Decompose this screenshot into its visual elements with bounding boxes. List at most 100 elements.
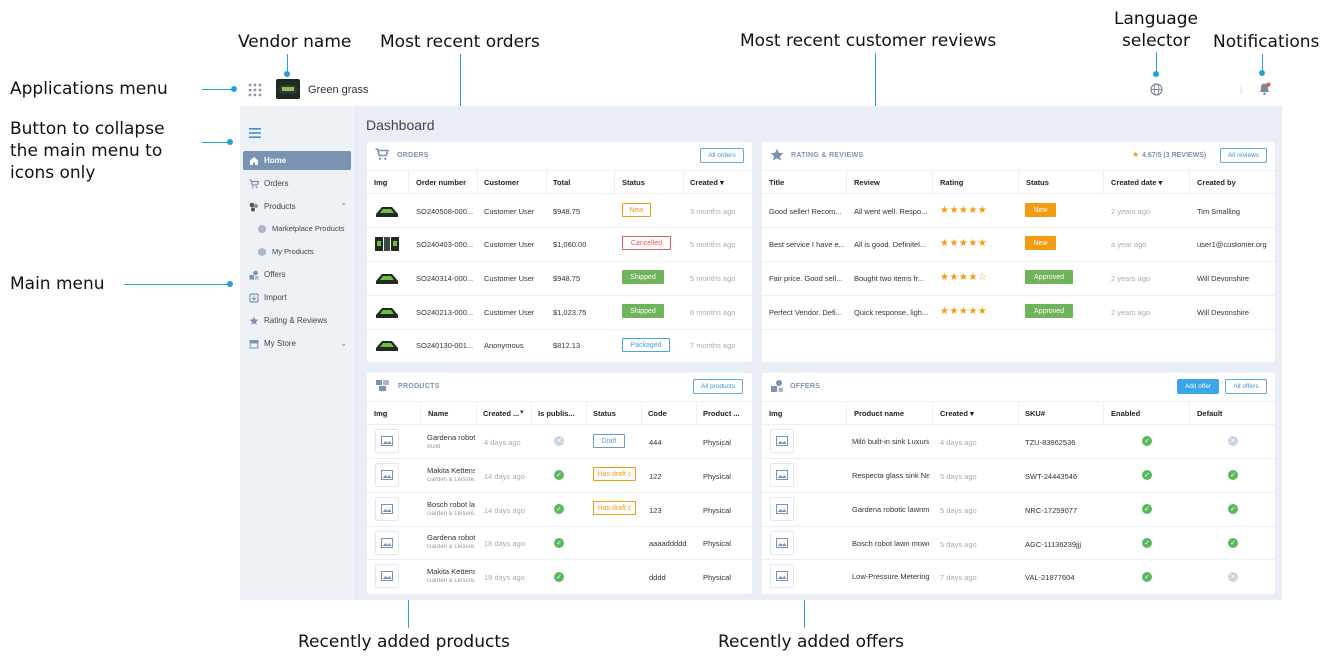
divider	[367, 193, 752, 194]
products-col-type[interactable]: Product ...	[703, 409, 740, 418]
products-col-code[interactable]: Code	[648, 409, 667, 418]
annotation-line	[202, 89, 232, 90]
offers-col-created[interactable]: Created ▾	[940, 409, 974, 418]
offers-col-enabled[interactable]: Enabled	[1111, 409, 1140, 418]
divider	[762, 559, 1275, 560]
globe-icon[interactable]	[1150, 83, 1163, 96]
products-title: PRODUCTS	[398, 383, 440, 390]
offer-product-name[interactable]: Miló built-in sink Luxuria	[852, 437, 929, 446]
reviews-title: RATING & REVIEWS	[791, 152, 864, 159]
status-badge: Shipped	[622, 270, 664, 284]
rating-stars: ★★★★★	[940, 238, 988, 249]
review-title[interactable]: Good seller! Recom...	[769, 207, 849, 216]
annotation-main-menu: Main menu	[10, 274, 105, 294]
review-title[interactable]: Best service I have e...	[769, 240, 849, 249]
divider	[367, 424, 752, 425]
vendor-name[interactable]: Green grass	[308, 84, 369, 96]
offers-col-sku[interactable]: SKU#	[1025, 409, 1045, 418]
image-placeholder-icon	[375, 564, 399, 588]
sidebar-item-rating-reviews[interactable]: Rating & Reviews	[243, 311, 351, 330]
reviews-col-created-by[interactable]: Created by	[1197, 178, 1236, 187]
menu-collapse-icon[interactable]	[249, 125, 261, 138]
product-created: 19 days ago	[484, 573, 525, 582]
orders-col-status[interactable]: Status	[622, 178, 645, 187]
divider	[408, 170, 409, 193]
sidebar-item-home[interactable]: Home	[243, 151, 351, 170]
products-panel	[367, 373, 752, 594]
reviews-col-title[interactable]: Title	[769, 178, 784, 187]
status-badge: New	[622, 203, 651, 217]
check-circle-icon: ✓	[1142, 504, 1152, 514]
sidebar-item-my-store[interactable]: My Store ⌄	[243, 334, 351, 353]
products-col-created[interactable]: Created ...	[483, 409, 519, 418]
reviews-col-rating[interactable]: Rating	[940, 178, 963, 187]
divider	[762, 261, 1275, 262]
products-col-published[interactable]: Is publis...	[538, 409, 575, 418]
orders-col-total[interactable]: Total	[553, 178, 570, 187]
orders-col-created[interactable]: Created ▾	[690, 178, 724, 187]
divider	[1018, 401, 1019, 424]
offer-product-name[interactable]: Gardena robotic lawnmc	[852, 505, 929, 514]
orders-col-img: Img	[374, 178, 388, 187]
status-badge: Has draft c	[593, 501, 636, 515]
sidebar-item-products[interactable]: Products ⌃	[243, 197, 351, 216]
add-offer-button[interactable]: Add offer	[1177, 379, 1219, 394]
product-name[interactable]: Gardena roboti	[427, 433, 475, 442]
sidebar-item-my-products[interactable]: My Products	[243, 242, 351, 261]
sidebar-item-offers[interactable]: Offers	[243, 265, 351, 284]
offer-product-name[interactable]: Respecta glass sink Nev	[852, 471, 929, 480]
sidebar-item-orders[interactable]: Orders	[243, 174, 351, 193]
bell-icon[interactable]	[1258, 82, 1271, 96]
status-badge: Cancelled	[622, 236, 671, 250]
order-number[interactable]: SO240314-000...	[416, 274, 473, 283]
offer-product-name[interactable]: Bosch robot lawn mowe	[852, 539, 929, 548]
annotation-language-line1: Language	[1114, 9, 1198, 29]
orders-col-order-number[interactable]: Order number	[416, 178, 466, 187]
all-offers-button[interactable]: All offers	[1225, 379, 1267, 394]
reviews-col-status[interactable]: Status	[1026, 178, 1049, 187]
review-title[interactable]: Perfect Vendor. Defi...	[769, 308, 849, 317]
product-name[interactable]: Makita Kettens	[427, 567, 475, 576]
image-placeholder-icon	[770, 497, 794, 521]
product-name[interactable]: Makita Kettens	[427, 466, 475, 475]
check-circle-icon: ✓	[1228, 504, 1238, 514]
all-orders-button[interactable]: All orders	[700, 148, 744, 163]
chevron-up-icon: ⌃	[340, 202, 347, 211]
vendor-logo	[276, 79, 300, 99]
product-code: 444	[649, 438, 662, 447]
sidebar-item-marketplace-products[interactable]: Marketplace Products	[243, 219, 351, 238]
divider	[762, 526, 1275, 527]
orders-col-customer[interactable]: Customer	[484, 178, 519, 187]
star-icon	[770, 148, 784, 162]
check-circle-icon: ✓	[554, 470, 564, 480]
review-date: 2 years ago	[1111, 274, 1151, 283]
divider	[614, 170, 615, 193]
annotation-dot	[284, 71, 290, 77]
order-number[interactable]: SO240403-000...	[416, 240, 473, 249]
rating-stars: ★★★★☆	[940, 272, 988, 283]
reviews-col-created-date[interactable]: Created date ▾	[1111, 178, 1162, 187]
order-number[interactable]: SO240130-001...	[416, 341, 473, 350]
annotation-vendor-name: Vendor name	[238, 32, 352, 52]
review-title[interactable]: Fair price. Good sell...	[769, 274, 849, 283]
products-col-name[interactable]: Name	[428, 409, 448, 418]
product-name[interactable]: Gardena roboti	[427, 533, 475, 542]
product-name[interactable]: Bosch robot lav	[427, 500, 475, 509]
offers-col-product-name[interactable]: Product name	[854, 409, 904, 418]
divider	[476, 401, 477, 424]
applications-menu-icon[interactable]	[248, 83, 262, 97]
product-category: Garden & Leisure,	[427, 511, 475, 517]
reviews-col-review[interactable]: Review	[854, 178, 880, 187]
offers-col-default[interactable]: Default	[1197, 409, 1222, 418]
order-number[interactable]: SO240213-000...	[416, 308, 473, 317]
review-date: a year ago	[1111, 240, 1147, 249]
all-products-button[interactable]: All products	[693, 379, 743, 394]
divider	[367, 295, 752, 296]
all-reviews-button[interactable]: All reviews	[1220, 148, 1267, 163]
products-col-status[interactable]: Status	[593, 409, 616, 418]
order-number[interactable]: SO240508-000...	[416, 207, 473, 216]
annotation-collapse-line3: icons only	[10, 163, 96, 183]
offer-product-name[interactable]: Low-Pressure Metering	[852, 572, 929, 581]
sort-desc-icon[interactable]: ▾	[520, 408, 524, 416]
sidebar-item-import[interactable]: Import	[243, 288, 351, 307]
